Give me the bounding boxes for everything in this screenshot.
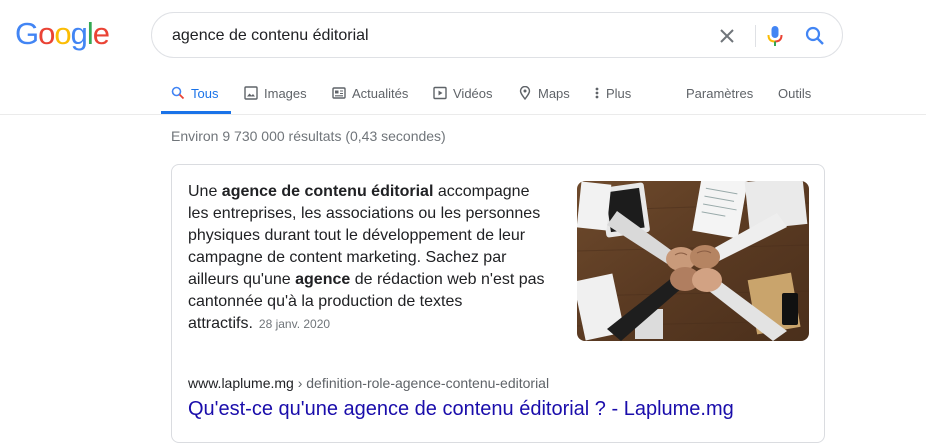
search-icon [171,86,185,100]
search-input[interactable] [172,23,702,49]
map-pin-icon [519,86,531,100]
tab-images[interactable]: Images [244,72,307,114]
logo-letter: e [92,16,110,51]
logo-letter: G [15,16,39,51]
tab-more[interactable]: Plus [594,72,631,114]
snippet-text: Une agence de contenu éditorial accompag… [188,181,548,335]
image-icon [244,86,258,100]
close-icon[interactable] [715,24,739,48]
microphone-icon[interactable] [763,23,787,49]
result-title-link[interactable]: Qu'est-ce qu'une agence de contenu édito… [188,398,734,421]
result-path: › definition-role-agence-contenu-editori… [293,375,550,391]
news-icon [332,87,346,99]
featured-snippet: Une agence de contenu éditorial accompag… [171,164,825,443]
google-logo[interactable]: Google [15,14,110,54]
tab-label: Vidéos [453,85,493,101]
tab-news[interactable]: Actualités [332,72,408,114]
tab-videos[interactable]: Vidéos [433,72,493,114]
logo-letter: o [54,16,71,51]
result-url[interactable]: www.laplume.mg › definition-role-agence-… [188,375,549,391]
snippet-highlight: agence [295,271,351,288]
play-icon [433,86,447,100]
search-box-divider [755,25,756,47]
logo-letter: g [70,16,88,51]
settings-link[interactable]: Paramètres [686,72,753,114]
snippet-part: Une [188,183,222,200]
tabs-divider [0,114,926,115]
tab-all[interactable]: Tous [171,72,218,114]
result-domain: www.laplume.mg [188,375,294,391]
tab-label: Maps [538,85,570,101]
tab-label: Tous [191,85,219,101]
snippet-highlight: agence de contenu éditorial [221,183,434,200]
search-box [151,12,843,58]
logo-letter: o [38,16,55,51]
search-icon[interactable] [802,23,828,49]
more-vert-icon [595,87,599,99]
tab-label: Images [264,85,307,101]
tab-label: Plus [606,85,632,101]
tools-link[interactable]: Outils [778,72,811,114]
snippet-date: 28 janv. 2020 [258,317,331,331]
tab-maps[interactable]: Maps [518,72,570,114]
search-tabs: Tous Images Actualités Vidéos Maps Plus … [0,72,926,114]
result-stats: Environ 9 730 000 résultats (0,43 second… [171,128,446,144]
tab-label: Actualités [352,85,409,101]
snippet-image[interactable] [577,181,809,341]
